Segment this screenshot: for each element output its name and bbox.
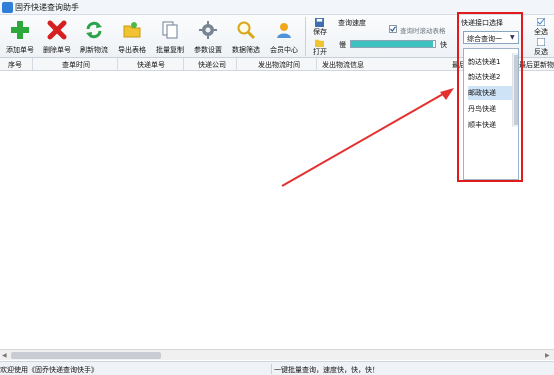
delete-number-button[interactable]: 删除单号 — [39, 18, 75, 56]
col-last-update[interactable]: 最后更新物 — [519, 60, 554, 70]
checkmark-icon — [390, 26, 396, 32]
query-speed-label: 查询速度 — [338, 19, 366, 27]
scroll-table-label: 查询时滚动表格 — [400, 27, 446, 35]
status-left-text: 欢迎使用《固乔快递查询快手》 — [0, 366, 98, 374]
col-tracking-number[interactable]: 快递单号 — [137, 60, 165, 70]
col-courier-company[interactable]: 快递公司 — [198, 60, 226, 70]
parameter-settings-label: 参数设置 — [194, 46, 222, 54]
speed-fast-label: 快 — [440, 41, 447, 49]
data-filter-label: 数据筛选 — [232, 46, 260, 54]
horizontal-scrollbar[interactable]: ◀ ▶ — [0, 349, 554, 360]
highlight-frame — [457, 12, 523, 182]
member-center-button[interactable]: 会员中心 — [266, 18, 302, 56]
invert-selection-label: 反选 — [534, 48, 548, 56]
col-divider — [32, 58, 33, 71]
col-dispatch-info[interactable]: 发出物流信息 — [322, 60, 364, 70]
copy-icon — [162, 21, 178, 39]
col-query-time[interactable]: 查单时间 — [62, 60, 90, 70]
status-center-text: 一键批量查询，速度快，快，快！ — [274, 366, 379, 374]
toolbar-divider — [305, 17, 306, 56]
data-filter-button[interactable]: 数据筛选 — [228, 18, 264, 56]
filter-magnifier-icon — [237, 21, 256, 40]
export-table-button[interactable]: 导出表格 — [114, 18, 150, 56]
col-divider — [117, 58, 118, 71]
invert-selection-button[interactable]: 反选 — [530, 38, 552, 56]
member-center-label: 会员中心 — [270, 46, 298, 54]
invert-selection-icon — [537, 38, 545, 46]
parameter-settings-button[interactable]: 参数设置 — [190, 18, 226, 56]
open-label: 打开 — [313, 48, 327, 56]
select-all-icon — [537, 18, 545, 26]
scroll-left-icon[interactable]: ◀ — [2, 352, 7, 359]
status-bar: 欢迎使用《固乔快递查询快手》 一键批量查询，速度快，快，快！ — [0, 361, 554, 375]
col-dispatch-time[interactable]: 发出物流时间 — [258, 60, 300, 70]
speed-slow-label: 慢 — [339, 41, 346, 49]
refresh-icon — [86, 21, 102, 39]
open-button[interactable]: 打开 — [309, 38, 331, 56]
query-speed-slider[interactable] — [350, 40, 436, 48]
scroll-table-checkbox[interactable] — [389, 25, 397, 33]
status-divider — [271, 364, 272, 374]
batch-copy-button[interactable]: 批量复制 — [152, 18, 188, 56]
add-number-label: 添加单号 — [6, 46, 34, 54]
window-title: 固乔快递查询助手 — [15, 3, 79, 12]
open-folder-icon — [315, 39, 324, 47]
member-icon — [277, 23, 291, 38]
refresh-logistics-button[interactable]: 刷新物流 — [76, 18, 112, 56]
query-speed-fill — [351, 41, 433, 47]
col-index[interactable]: 序号 — [8, 60, 22, 70]
save-label: 保存 — [313, 28, 327, 36]
col-divider — [236, 58, 237, 71]
delete-number-label: 删除单号 — [43, 46, 71, 54]
app-icon — [2, 2, 13, 13]
delete-icon — [47, 20, 67, 40]
export-table-label: 导出表格 — [118, 46, 146, 54]
add-number-button[interactable]: 添加单号 — [2, 18, 38, 56]
save-icon — [315, 18, 324, 27]
select-all-button[interactable]: 全选 — [530, 18, 552, 36]
add-icon — [11, 21, 29, 39]
folder-export-icon — [123, 22, 141, 38]
batch-copy-label: 批量复制 — [156, 46, 184, 54]
scroll-right-icon[interactable]: ▶ — [545, 352, 550, 359]
red-arrow-annotation — [281, 88, 454, 187]
save-button[interactable]: 保存 — [309, 18, 331, 36]
refresh-logistics-label: 刷新物流 — [80, 46, 108, 54]
horizontal-scroll-thumb[interactable] — [11, 352, 161, 359]
select-all-label: 全选 — [534, 28, 548, 36]
col-divider — [316, 58, 317, 71]
settings-gear-icon — [199, 21, 217, 39]
col-divider — [183, 58, 184, 71]
